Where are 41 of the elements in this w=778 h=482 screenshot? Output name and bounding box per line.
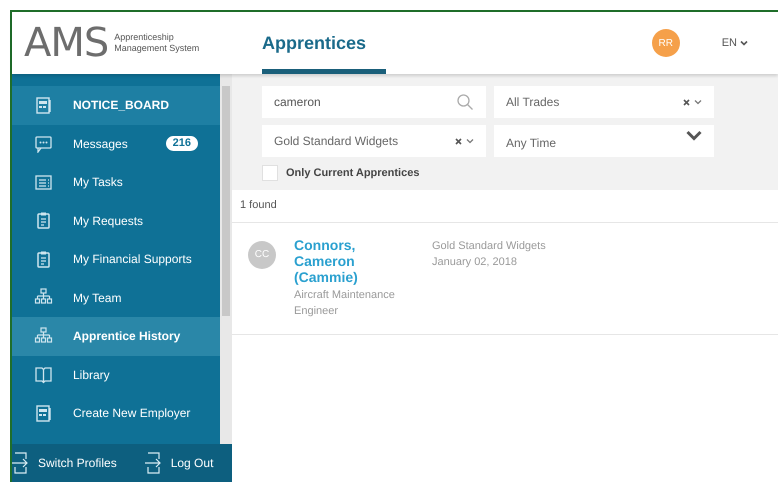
- chevron-down-icon: [466, 138, 474, 144]
- apprentice-name-link[interactable]: Connors, Cameron (Cammie): [294, 236, 412, 284]
- notice-board-icon: [34, 404, 53, 423]
- start-date: January 02, 2018: [432, 254, 518, 270]
- employer-dropdown[interactable]: Gold Standard Widgets: [262, 125, 486, 157]
- chevron-down-icon: [686, 130, 702, 141]
- scrollbar[interactable]: [220, 74, 232, 444]
- logo: AMS: [24, 23, 108, 63]
- sidebar-item[interactable]: Apprentice History: [12, 317, 220, 356]
- logo-subtitle: Management System: [114, 43, 200, 54]
- count-badge: 216: [166, 136, 198, 152]
- book-icon: [34, 365, 53, 384]
- trade-dropdown[interactable]: All Trades: [494, 86, 714, 118]
- language-selector[interactable]: EN: [722, 34, 748, 52]
- result-count: 1 found: [232, 190, 778, 222]
- time-dropdown[interactable]: Any Time: [494, 125, 714, 157]
- search-icon: [456, 93, 474, 111]
- sidebar-item[interactable]: Messages 216: [12, 124, 220, 163]
- chevron-down-icon: [740, 40, 748, 46]
- sidebar-item[interactable]: My Tasks: [12, 163, 220, 202]
- chevron-down-icon: [694, 99, 702, 105]
- switch-profiles-button[interactable]: Switch Profiles: [12, 452, 117, 474]
- notice-board-icon: [34, 96, 53, 115]
- chat-bubble-icon: [34, 134, 53, 154]
- apprentice-trade: Aircraft Maintenance Engineer: [294, 288, 396, 318]
- checklist-icon: [34, 172, 53, 192]
- sidebar-item[interactable]: My Financial Supports: [12, 240, 220, 278]
- clear-icon[interactable]: [455, 138, 462, 144]
- clear-icon[interactable]: [683, 98, 690, 106]
- sidebar-item[interactable]: My Team: [12, 278, 220, 317]
- sidebar-item[interactable]: My Requests: [12, 202, 220, 240]
- page-title: Apprentices: [262, 32, 366, 55]
- sidebar-item[interactable]: NOTICE_BOARD: [12, 86, 220, 124]
- checkbox-label[interactable]: Only Current Apprentices: [286, 165, 420, 182]
- log-out-button[interactable]: Log Out: [134, 452, 214, 474]
- sidebar-item[interactable]: Create New Employer: [12, 394, 220, 432]
- employer-name: Gold Standard Widgets: [432, 238, 546, 254]
- logo-subtitle: Apprenticeship: [114, 32, 175, 43]
- checkbox[interactable]: [262, 165, 278, 182]
- search-field[interactable]: cameron: [262, 86, 486, 118]
- sidebar-item[interactable]: Library: [12, 356, 220, 394]
